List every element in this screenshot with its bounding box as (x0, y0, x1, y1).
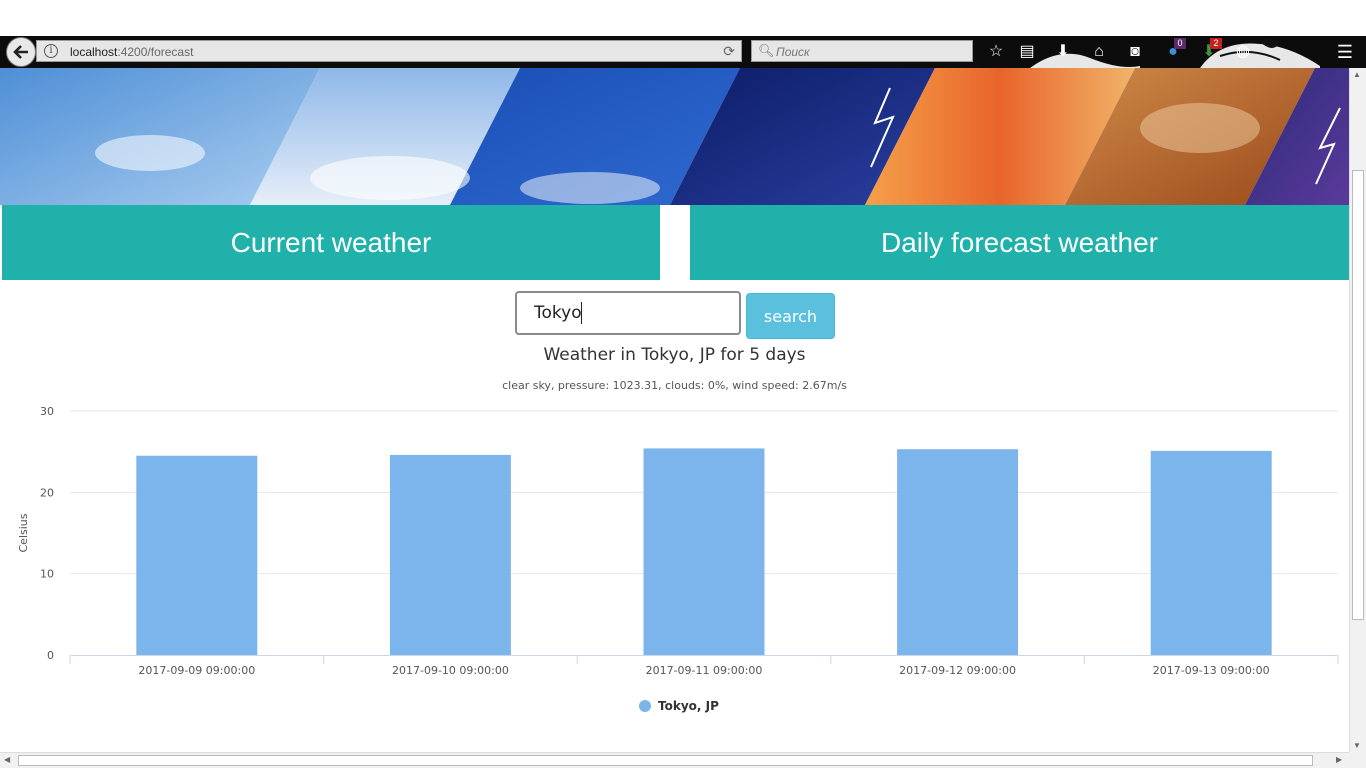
chart-bar (1150, 450, 1272, 655)
weather-banner (0, 68, 1349, 205)
vertical-scroll-thumb[interactable] (1352, 170, 1364, 620)
address-bar[interactable]: i localhost:4200/forecast ⟳ (36, 40, 742, 62)
y-tick-label: 30 (40, 405, 54, 418)
bookmark-star-icon[interactable]: ☆ (985, 41, 1007, 63)
extension-badge-1: 0 (1174, 38, 1186, 49)
chart-title: Weather in Tokyo, JP for 5 days (543, 345, 806, 365)
x-tick-label: 2017-09-09 09:00:00 (138, 664, 255, 677)
screen-top-strip (0, 0, 1366, 36)
city-search-input[interactable] (515, 291, 741, 335)
horizontal-scrollbar[interactable]: ◀ ▶ (0, 752, 1349, 768)
horizontal-scroll-thumb[interactable] (18, 755, 1313, 766)
chart-bar (643, 448, 765, 655)
forecast-bar-chart: 0 10 20 30 Celsius 2017-09-09 09:00:00 2017-09… (17, 405, 1339, 677)
x-tick-label: 2017-09-11 09:00:00 (646, 664, 763, 677)
tab-daily-forecast[interactable]: Daily forecast weather (690, 205, 1349, 280)
y-axis-title: Celsius (17, 513, 30, 552)
tab-current-weather[interactable]: Current weather (2, 205, 660, 280)
y-tick-label: 20 (40, 486, 54, 499)
menu-hamburger-icon[interactable]: ☰ (1334, 41, 1356, 63)
site-info-icon[interactable]: i (44, 44, 58, 58)
text-caret (581, 302, 582, 324)
chart-subtitle: clear sky, pressure: 1023.31, clouds: 0%… (502, 379, 847, 392)
vertical-scrollbar[interactable]: ▲ ▼ (1349, 68, 1366, 752)
weather-banner-image (0, 68, 1349, 205)
scroll-up-icon[interactable]: ▲ (1353, 70, 1361, 79)
extension-badge-2: 2 (1210, 38, 1222, 49)
scroll-left-icon[interactable]: ◀ (4, 755, 10, 764)
x-tick-label: 2017-09-12 09:00:00 (899, 664, 1016, 677)
x-tick-label: 2017-09-10 09:00:00 (392, 664, 509, 677)
legend-marker (639, 700, 651, 712)
chart-bar (897, 449, 1019, 655)
back-arrow-icon (13, 45, 28, 59)
y-tick-label: 0 (47, 649, 54, 662)
magnifier-icon: 🔍︎ (758, 43, 775, 58)
back-button[interactable] (6, 37, 36, 67)
url-host: localhost (70, 45, 118, 59)
legend-label: Tokyo, JP (658, 699, 719, 713)
globe-extension-icon[interactable]: ◍ (1232, 41, 1254, 63)
browser-search-bar[interactable]: 🔍︎ Поиск (751, 40, 973, 62)
url-path: :4200/forecast (117, 45, 194, 59)
chart-bar (136, 455, 258, 655)
scroll-right-icon[interactable]: ▶ (1336, 755, 1342, 764)
scrollbar-corner (1349, 752, 1366, 768)
address-url: localhost:4200/forecast (70, 45, 193, 59)
browser-search-placeholder: Поиск (776, 45, 810, 59)
x-tick-label: 2017-09-13 09:00:00 (1153, 664, 1270, 677)
reload-icon[interactable]: ⟳ (723, 43, 735, 60)
chart-legend[interactable]: Tokyo, JP (639, 698, 719, 714)
y-tick-label: 10 (40, 568, 54, 581)
browser-toolbar: i localhost:4200/forecast ⟳ 🔍︎ Поиск ☆ ▤… (0, 36, 1366, 68)
scroll-down-icon[interactable]: ▼ (1353, 741, 1361, 750)
search-button[interactable]: search (746, 293, 835, 339)
chart-bar (389, 454, 511, 655)
